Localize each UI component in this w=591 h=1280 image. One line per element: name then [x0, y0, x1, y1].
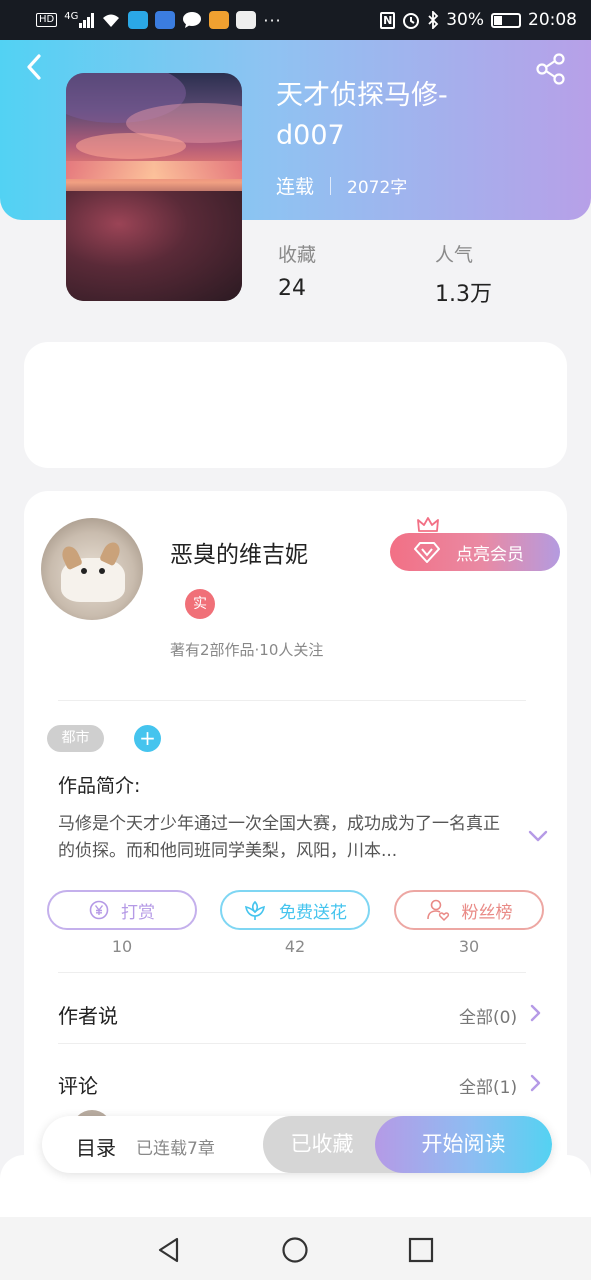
chevron-right-icon[interactable]: [528, 1073, 544, 1093]
fan-count: 30: [458, 937, 480, 956]
system-nav-bar: [0, 1217, 591, 1280]
app-notification-icon: [209, 11, 230, 29]
status-bar: HD 4G ··· N 30% 20:08: [0, 0, 591, 40]
nav-back-icon[interactable]: [155, 1236, 183, 1264]
nfc-icon: N: [380, 11, 396, 29]
back-icon[interactable]: [18, 50, 52, 84]
app-notification-icon: [128, 11, 149, 29]
book-meta: 连载 2072字: [276, 172, 407, 199]
nav-recents-icon[interactable]: [407, 1236, 435, 1264]
chapters-count[interactable]: 已连载7章: [136, 1134, 215, 1159]
meta-divider: [330, 176, 332, 195]
crown-icon: [417, 517, 439, 532]
send-flower-label: 免费送花: [279, 902, 347, 923]
synopsis-title: 作品简介:: [58, 775, 141, 797]
hd-indicator: HD: [36, 13, 58, 27]
tip-count: 10: [111, 937, 133, 956]
diamond-icon: [414, 542, 440, 563]
flower-count: 42: [284, 937, 306, 956]
fan-ranking-label: 粉丝榜: [461, 902, 513, 923]
book-title: 天才侦探马修-d007: [276, 80, 448, 151]
share-icon[interactable]: [534, 52, 568, 86]
toc-button[interactable]: 目录: [76, 1132, 116, 1161]
tag-pill[interactable]: 都市: [47, 725, 104, 752]
fan-icon: [426, 899, 449, 922]
start-reading-button[interactable]: 开始阅读: [375, 1116, 552, 1173]
tip-button[interactable]: 打赏: [47, 890, 197, 930]
message-icon: [183, 12, 202, 28]
divider: [58, 1043, 526, 1044]
bluetooth-icon: [428, 11, 439, 29]
blank-card: [24, 342, 567, 468]
network-type: 4G: [64, 10, 79, 22]
signal-icon: [79, 12, 95, 28]
wifi-icon: [103, 14, 120, 27]
favorites-value: 24: [278, 276, 306, 301]
chevron-down-icon[interactable]: [527, 826, 549, 846]
nav-home-icon[interactable]: [281, 1236, 309, 1264]
status-right: N 30% 20:08: [380, 10, 577, 30]
yen-icon: [89, 900, 109, 920]
alarm-icon: [403, 13, 420, 29]
flower-icon: [245, 900, 265, 920]
author-avatar[interactable]: [41, 518, 143, 620]
app-notification-icon: [236, 11, 257, 29]
more-notifications-icon: ···: [263, 10, 282, 30]
send-flower-button[interactable]: 免费送花: [220, 890, 370, 930]
app-notification-icon: [155, 11, 176, 29]
battery-percent: 30%: [446, 10, 484, 30]
synopsis-text: 马修是个天才少年通过一次全国大赛，成功成为了一名真正的侦探。而和他同班同学美梨，…: [58, 814, 500, 861]
book-status: 连载: [276, 176, 315, 198]
divider: [58, 700, 526, 701]
add-tag-button[interactable]: +: [134, 725, 161, 752]
comments-all-link[interactable]: 全部(1): [459, 1073, 517, 1098]
author-name[interactable]: 恶臭的维吉妮: [170, 535, 308, 569]
divider: [58, 972, 526, 973]
battery-icon: [491, 12, 521, 28]
author-stats: 著有2部作品·10人关注: [170, 641, 324, 659]
verified-badge: 实: [185, 589, 215, 619]
popularity-label: 人气: [435, 244, 474, 266]
word-count: 2072字: [347, 178, 408, 198]
chevron-right-icon[interactable]: [528, 1003, 544, 1023]
bottom-action-bar: 目录 已连载7章 已收藏 开始阅读: [42, 1116, 552, 1173]
book-cover[interactable]: [66, 73, 242, 301]
clock: 20:08: [528, 10, 577, 30]
author-says-all-link[interactable]: 全部(0): [459, 1003, 517, 1028]
author-says-title[interactable]: 作者说: [58, 1000, 118, 1029]
vip-button[interactable]: 点亮会员: [390, 533, 560, 571]
comments-title[interactable]: 评论: [58, 1070, 98, 1099]
popularity-value: 1.3万: [435, 282, 492, 307]
vip-button-label: 点亮会员: [456, 544, 524, 565]
fan-ranking-button[interactable]: 粉丝榜: [394, 890, 544, 930]
status-left: HD 4G ···: [36, 11, 282, 30]
favorites-label: 收藏: [278, 244, 317, 266]
tip-label: 打赏: [121, 902, 155, 923]
